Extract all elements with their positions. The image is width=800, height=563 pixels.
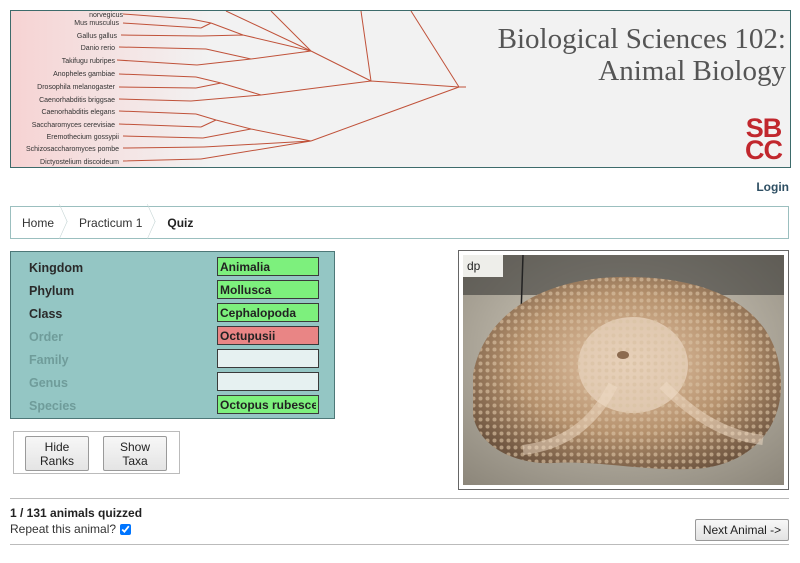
genus-input[interactable] bbox=[217, 372, 319, 391]
divider-top bbox=[10, 498, 789, 499]
rank-label-family: Family bbox=[29, 353, 69, 367]
rank-row-order: Order bbox=[11, 326, 334, 348]
rank-label-class: Class bbox=[29, 307, 63, 321]
rank-label-order: Order bbox=[29, 330, 64, 344]
rank-row-class: Class bbox=[11, 303, 334, 325]
rank-label-genus: Genus bbox=[29, 376, 68, 390]
hide-ranks-button[interactable]: Hide Ranks bbox=[25, 436, 89, 471]
species-label: norvegicus bbox=[89, 12, 123, 19]
next-animal-button[interactable]: Next Animal -> bbox=[695, 519, 789, 541]
phylogenetic-tree-graphic: norvegicusMus musculus Gallus gallus Danio… bbox=[11, 11, 466, 167]
course-title-line2: Animal Biology bbox=[598, 55, 786, 87]
breadcrumb-current: Quiz bbox=[167, 215, 194, 230]
course-title-line1: Biological Sciences 102: bbox=[497, 23, 786, 55]
login-link[interactable]: Login bbox=[756, 180, 789, 194]
repeat-animal-checkbox[interactable] bbox=[120, 523, 132, 535]
family-input[interactable] bbox=[217, 349, 319, 368]
divider-bottom bbox=[10, 544, 789, 545]
species-label: Danio rerio bbox=[81, 45, 115, 52]
site-banner: norvegicus Mus musculus Gallus gallus Danio… bbox=[10, 10, 791, 168]
species-label: Gallus gallus bbox=[77, 33, 118, 40]
species-input[interactable] bbox=[217, 395, 319, 414]
breadcrumb-home[interactable]: Home bbox=[11, 207, 68, 238]
taxonomy-quiz-panel: Kingdom Phylum Class Order Family Genus … bbox=[10, 251, 335, 419]
octopus-photo: dp bbox=[463, 255, 784, 485]
animal-photo-frame: dp bbox=[458, 250, 789, 490]
species-label: Caenorhabditis elegans bbox=[41, 109, 115, 116]
class-input[interactable] bbox=[217, 303, 319, 322]
rank-row-kingdom: Kingdom bbox=[11, 257, 334, 279]
rank-label-species: Species bbox=[29, 399, 77, 413]
show-taxa-button[interactable]: Show Taxa bbox=[103, 436, 167, 471]
course-title: Biological Sciences 102: Animal Biology bbox=[498, 23, 786, 87]
repeat-animal-label: Repeat this animal? bbox=[10, 522, 117, 536]
species-label: Eremothecium gossypii bbox=[47, 134, 120, 141]
breadcrumb: Home Practicum 1 Quiz bbox=[10, 206, 789, 239]
phylum-input[interactable] bbox=[217, 280, 319, 299]
rank-row-genus: Genus bbox=[11, 372, 334, 394]
rank-row-species: Species bbox=[11, 395, 334, 417]
species-label: Takifugu rubripes bbox=[62, 58, 116, 65]
order-input[interactable] bbox=[217, 326, 319, 345]
breadcrumb-practicum[interactable]: Practicum 1 bbox=[68, 207, 156, 238]
quiz-progress: 1 / 131 animals quizzed bbox=[10, 506, 143, 520]
species-label: Saccharomyces cerevisiae bbox=[32, 122, 115, 129]
svg-text:dp: dp bbox=[467, 259, 481, 273]
species-label: Schizosaccharomyces pombe bbox=[26, 146, 119, 153]
species-label: Caenorhabditis briggsae bbox=[39, 97, 115, 104]
species-label: Drosophila melanogaster bbox=[37, 84, 115, 91]
toggle-buttons-box: Hide Ranks Show Taxa bbox=[13, 431, 180, 474]
rank-label-kingdom: Kingdom bbox=[29, 261, 84, 275]
rank-label-phylum: Phylum bbox=[29, 284, 75, 298]
kingdom-input[interactable] bbox=[217, 257, 319, 276]
repeat-animal-option: Repeat this animal? bbox=[10, 522, 132, 536]
rank-row-family: Family bbox=[11, 349, 334, 371]
sbcc-logo: SB CC bbox=[745, 113, 783, 165]
species-label: Mus musculus bbox=[74, 20, 119, 27]
rank-row-phylum: Phylum bbox=[11, 280, 334, 302]
species-label: Dictyostelium discoideum bbox=[40, 159, 119, 166]
species-label: Anopheles gambiae bbox=[53, 71, 115, 78]
